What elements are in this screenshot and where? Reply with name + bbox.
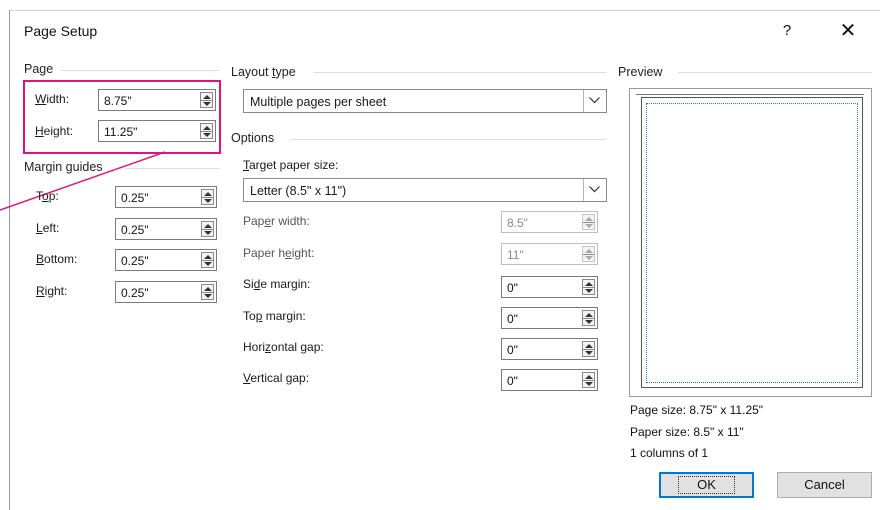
top-spin-arrows[interactable] [201,189,214,205]
side-margin-spin-arrows[interactable] [582,279,595,295]
dialog-title: Page Setup [24,23,98,39]
horizontal-gap-value: 0" [507,343,518,357]
bottom-spin-arrows[interactable] [201,252,214,268]
preview-page-shadow [636,94,864,95]
left-spin-arrows[interactable] [201,221,214,237]
paper-height-label: Paper height: [243,246,315,260]
preview-margin-guides [646,103,858,383]
paper-height-value: 11" [507,248,524,262]
target-paper-size-label: Target paper size: [243,158,339,172]
vertical-gap-label: Vertical gap: [243,371,310,385]
spin-up-icon [204,224,212,228]
columns-info: 1 columns of 1 [630,446,709,460]
left-margin-guide-value: 0.25" [121,223,149,237]
left-margin-guide-spinner[interactable]: 0.25" [115,218,217,240]
horizontal-gap-spinner[interactable]: 0" [501,338,598,360]
top-margin-spin-arrows[interactable] [582,310,595,326]
cancel-button[interactable]: Cancel [777,472,872,498]
layout-type-section-label: Layout type [231,65,296,79]
paper-height-spin-arrows [582,246,595,262]
vertical-gap-spinner[interactable]: 0" [501,369,598,391]
help-button[interactable]: ? [772,19,802,43]
vertical-gap-value: 0" [507,374,518,388]
spin-down-icon [585,382,593,386]
spin-up-icon [585,249,593,253]
spin-down-icon [585,256,593,260]
spin-up-icon [204,255,212,259]
preview-section-label: Preview [618,65,663,79]
page-size-info: Page size: 8.75" x 11.25" [630,403,764,417]
spin-down-icon [585,351,593,355]
top-margin-label: Top margin: [243,309,306,323]
paper-size-info: Paper size: 8.5" x 11" [630,425,744,439]
spin-down-icon [585,224,593,228]
window-top-border [9,10,880,11]
layout-type-dropdown[interactable]: Multiple pages per sheet [243,89,607,113]
spin-up-icon [585,344,593,348]
side-margin-label: Side margin: [243,277,311,291]
chevron-down-icon[interactable] [583,179,606,201]
top-margin-guide-label: Top: [36,189,59,203]
page-section-divider [60,70,220,71]
right-margin-guide-value: 0.25" [121,286,149,300]
options-divider [291,139,606,140]
bottom-margin-guide-spinner[interactable]: 0.25" [115,249,217,271]
layout-type-divider [314,72,606,73]
spin-up-icon [585,375,593,379]
spin-up-icon [585,313,593,317]
spin-down-icon [204,199,212,203]
side-margin-spinner[interactable]: 0" [501,276,598,298]
spin-down-icon [204,294,212,298]
paper-width-spinner: 8.5" [501,211,598,233]
spin-down-icon [585,289,593,293]
horizontal-gap-spin-arrows[interactable] [582,341,595,357]
spin-up-icon [204,287,212,291]
top-margin-spinner[interactable]: 0" [501,307,598,329]
window-left-border [9,10,10,510]
paper-width-label: Paper width: [243,214,310,228]
spin-down-icon [204,231,212,235]
paper-height-spinner: 11" [501,243,598,265]
bottom-margin-guide-label: Bottom: [36,252,78,266]
ok-button[interactable]: OK [659,472,754,498]
preview-divider [678,72,872,73]
vertical-gap-spin-arrows[interactable] [582,372,595,388]
spin-up-icon [585,217,593,221]
layout-type-value: Multiple pages per sheet [250,95,387,109]
target-paper-size-dropdown[interactable]: Letter (8.5" x 11") [243,178,607,202]
close-icon: ✕ [839,20,857,42]
ok-button-label: OK [678,476,735,494]
target-paper-size-value: Letter (8.5" x 11") [250,184,347,198]
spin-down-icon [585,320,593,324]
left-margin-guide-label: Left: [36,221,60,235]
spin-down-icon [204,262,212,266]
bottom-margin-guide-value: 0.25" [121,254,149,268]
spin-up-icon [204,192,212,196]
horizontal-gap-label: Horizontal gap: [243,340,324,354]
right-margin-guide-label: Right: [36,284,68,298]
right-spin-arrows[interactable] [201,284,214,300]
close-button[interactable]: ✕ [833,19,863,43]
top-margin-guide-value: 0.25" [121,191,149,205]
right-margin-guide-spinner[interactable]: 0.25" [115,281,217,303]
top-margin-value: 0" [507,312,518,326]
spin-up-icon [585,282,593,286]
chevron-down-icon[interactable] [583,90,606,112]
margin-guides-divider [125,168,220,169]
options-section-label: Options [231,131,275,145]
top-margin-guide-spinner[interactable]: 0.25" [115,186,217,208]
paper-width-spin-arrows [582,214,595,230]
paper-width-value: 8.5" [507,216,528,230]
page-section-label: Page [24,62,54,76]
side-margin-value: 0" [507,281,518,295]
margin-guides-section-label: Margin guides [24,160,103,174]
page-size-highlight-box [23,80,221,154]
